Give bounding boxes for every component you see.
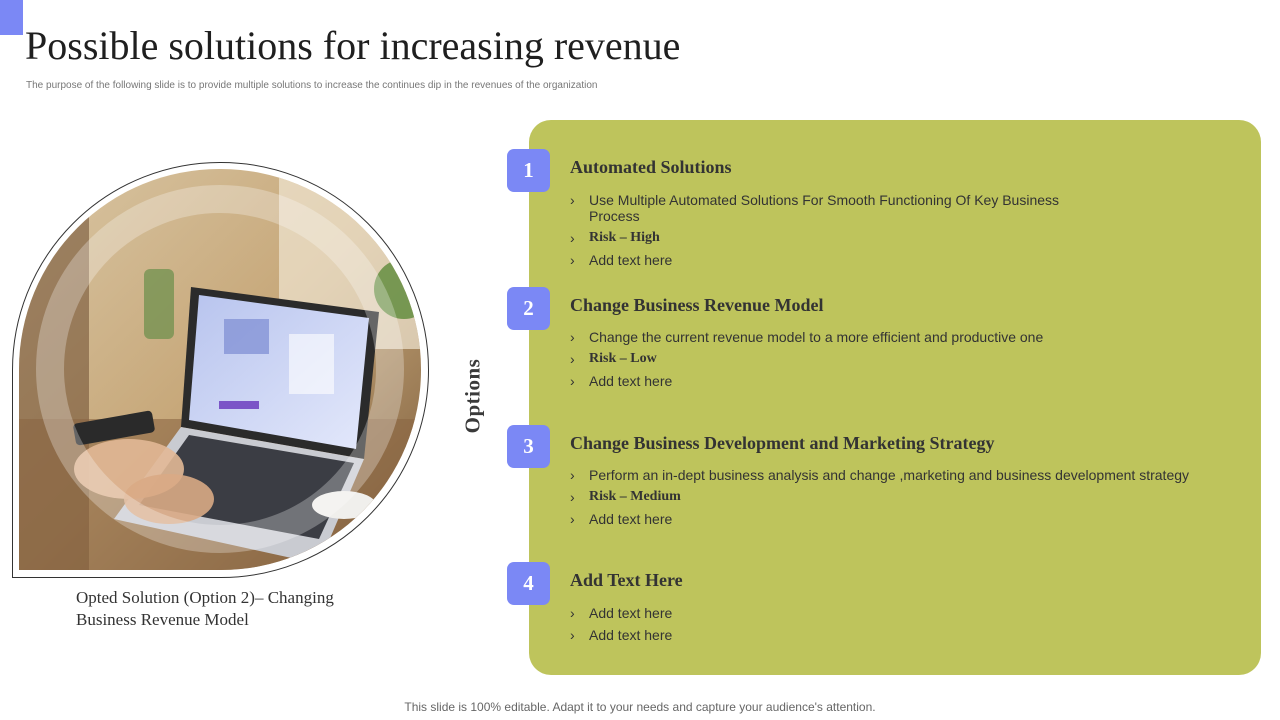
page-subtitle: The purpose of the following slide is to… <box>26 80 598 91</box>
option-bullets: › Use Multiple Automated Solutions For Sm… <box>570 192 1070 274</box>
bullet-text: Risk – Medium <box>589 489 681 504</box>
bullet-text: Risk – High <box>589 230 660 245</box>
option-title: Change Business Revenue Model <box>570 295 824 315</box>
laptop-photo-illustration <box>19 169 421 570</box>
option-number-badge: 3 <box>507 425 550 468</box>
accent-tab <box>0 0 23 35</box>
chevron-right-icon: › <box>570 605 575 621</box>
caption-line-1: Opted Solution (Option 2)– Changing <box>76 588 334 607</box>
bullet-text: Add text here <box>589 511 673 527</box>
option-bullets: › Add text here › Add text here <box>570 605 1070 649</box>
bullet-item: › Perform an in-dept business analysis an… <box>570 467 1250 483</box>
bullet-item-risk: › Risk – Medium <box>570 489 1250 505</box>
page-title: Possible solutions for increasing revenu… <box>25 23 681 68</box>
option-number-badge: 4 <box>507 562 550 605</box>
bullet-item-risk: › Risk – Low <box>570 351 1210 367</box>
caption-line-2: Business Revenue Model <box>76 610 249 629</box>
option-bullets: › Perform an in-dept business analysis an… <box>570 467 1250 533</box>
bullet-text: Add text here <box>589 252 673 268</box>
bullet-item: › Add text here <box>570 252 1070 268</box>
laptop-photo <box>19 169 421 570</box>
footer-note: This slide is 100% editable. Adapt it to… <box>404 700 876 714</box>
bullet-text: Add text here <box>589 627 673 643</box>
chevron-right-icon: › <box>570 467 575 483</box>
bullet-text: Add text here <box>589 605 673 621</box>
option-title: Add Text Here <box>570 570 683 590</box>
bullet-text: Risk – Low <box>589 351 657 366</box>
chevron-right-icon: › <box>570 489 575 505</box>
bullet-item: › Add text here <box>570 373 1210 389</box>
opted-solution-caption: Opted Solution (Option 2)– Changing Busi… <box>76 587 406 631</box>
options-label: Options <box>460 358 485 434</box>
chevron-right-icon: › <box>570 511 575 527</box>
bullet-item: › Add text here <box>570 511 1250 527</box>
chevron-right-icon: › <box>570 230 575 246</box>
bullet-item: › Add text here <box>570 605 1070 621</box>
bullet-item-risk: › Risk – High <box>570 230 1070 246</box>
bullet-item: › Add text here <box>570 627 1070 643</box>
chevron-right-icon: › <box>570 252 575 268</box>
option-number-badge: 1 <box>507 149 550 192</box>
bullet-item: › Use Multiple Automated Solutions For Sm… <box>570 192 1070 224</box>
chevron-right-icon: › <box>570 373 575 389</box>
bullet-text: Add text here <box>589 373 673 389</box>
bullet-text: Use Multiple Automated Solutions For Smo… <box>589 192 1060 224</box>
bullet-text: Perform an in-dept business analysis and… <box>589 467 1190 483</box>
option-title: Change Business Development and Marketin… <box>570 433 995 453</box>
bullet-item: › Change the current revenue model to a m… <box>570 329 1210 345</box>
chevron-right-icon: › <box>570 351 575 367</box>
option-number-badge: 2 <box>507 287 550 330</box>
chevron-right-icon: › <box>570 329 575 345</box>
chevron-right-icon: › <box>570 627 575 643</box>
option-bullets: › Change the current revenue model to a m… <box>570 329 1210 395</box>
option-title: Automated Solutions <box>570 157 732 177</box>
bullet-text: Change the current revenue model to a mo… <box>589 329 1044 345</box>
chevron-right-icon: › <box>570 192 575 208</box>
